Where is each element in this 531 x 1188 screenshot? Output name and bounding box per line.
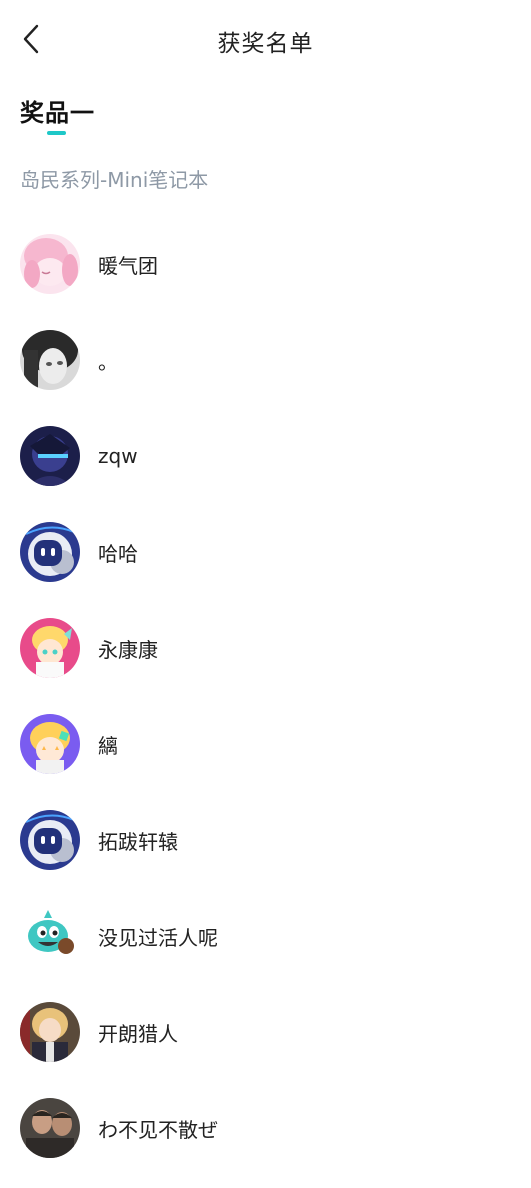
winner-nickname: 。 bbox=[98, 349, 118, 374]
winner-row[interactable]: 开朗猎人 bbox=[0, 984, 531, 1080]
winner-nickname: 永康康 bbox=[98, 637, 158, 662]
avatar bbox=[20, 1098, 80, 1158]
winner-nickname: 縭 bbox=[98, 733, 118, 758]
winner-row[interactable]: 縭 bbox=[0, 696, 531, 792]
avatar bbox=[20, 906, 80, 966]
avatar bbox=[20, 234, 80, 294]
winner-row[interactable]: zqw bbox=[0, 408, 531, 504]
prize-tab-title: 奖品一 bbox=[20, 99, 95, 127]
avatar bbox=[20, 810, 80, 870]
avatar bbox=[20, 1002, 80, 1062]
winner-list: 暖气团 。 zqw 哈哈 永康康 縭 拓跋轩辕 没见过活人呢 开朗猎人 わ不见不… bbox=[0, 216, 531, 1176]
winner-row[interactable]: 拓跋轩辕 bbox=[0, 792, 531, 888]
avatar bbox=[20, 714, 80, 774]
prize-name: 岛民系列-Mini笔记本 bbox=[20, 168, 209, 192]
avatar bbox=[20, 330, 80, 390]
winner-nickname: 暖气团 bbox=[98, 253, 158, 278]
winner-row[interactable]: 哈哈 bbox=[0, 504, 531, 600]
winner-nickname: 开朗猎人 bbox=[98, 1021, 178, 1046]
winner-nickname: 没见过活人呢 bbox=[98, 925, 218, 950]
avatar bbox=[20, 522, 80, 582]
winner-nickname: 哈哈 bbox=[98, 541, 138, 566]
winner-nickname: zqw bbox=[98, 444, 138, 468]
page-title: 获奖名单 bbox=[217, 31, 314, 57]
winner-nickname: わ不见不散ぜ bbox=[98, 1117, 218, 1142]
top-nav-bar: 获奖名单 bbox=[0, 0, 531, 80]
prize-tab-underline bbox=[47, 131, 66, 135]
winner-row[interactable]: 永康康 bbox=[0, 600, 531, 696]
winner-row[interactable]: 暖气团 bbox=[0, 216, 531, 312]
avatar bbox=[20, 618, 80, 678]
winner-nickname: 拓跋轩辕 bbox=[98, 829, 178, 854]
winner-row[interactable]: 。 bbox=[0, 312, 531, 408]
winner-row[interactable]: 没见过活人呢 bbox=[0, 888, 531, 984]
winner-row[interactable]: わ不见不散ぜ bbox=[0, 1080, 531, 1176]
avatar bbox=[20, 426, 80, 486]
